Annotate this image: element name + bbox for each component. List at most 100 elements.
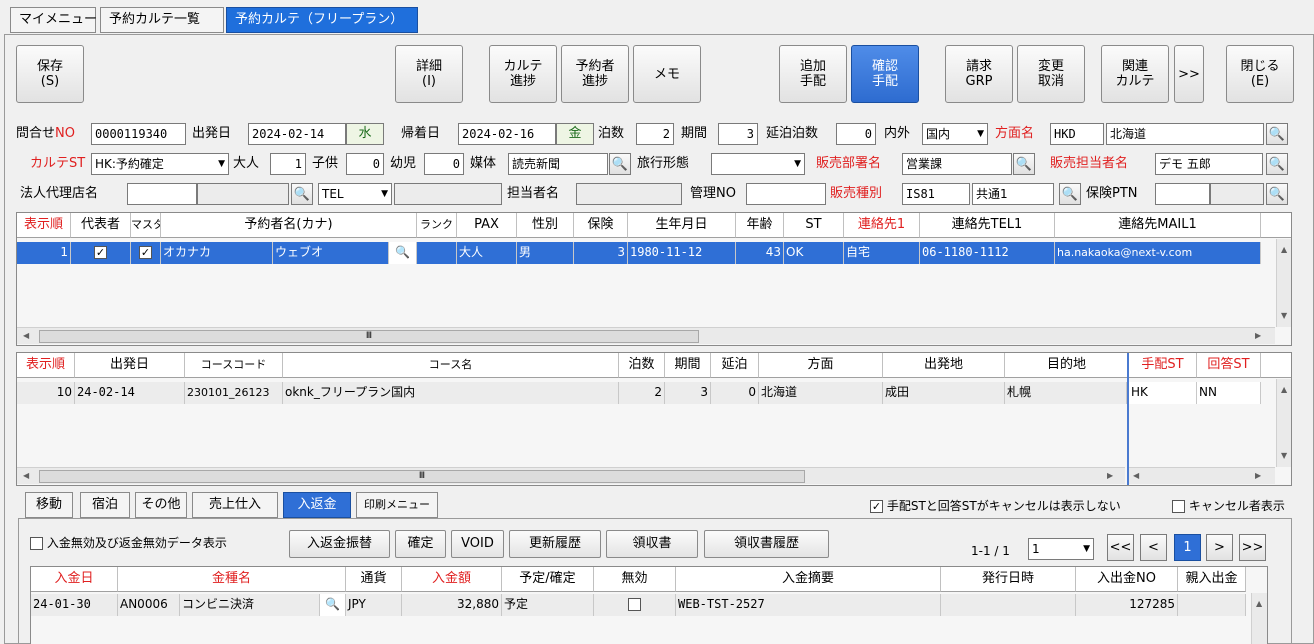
- row-age[interactable]: 43: [736, 242, 784, 264]
- row-origin[interactable]: 成田: [883, 382, 1005, 404]
- void-button[interactable]: VOID: [451, 530, 504, 558]
- col-st[interactable]: ST: [784, 213, 844, 238]
- col-course-name[interactable]: コース名: [283, 353, 619, 378]
- change-cancel-button[interactable]: 変更 取消: [1017, 45, 1085, 103]
- col-rep[interactable]: 代表者: [71, 213, 131, 238]
- row-plan[interactable]: 予定: [502, 594, 594, 616]
- row-st[interactable]: OK: [784, 242, 844, 264]
- row-destination[interactable]: 札幌: [1005, 382, 1127, 404]
- sales-dept-search-button[interactable]: 🔍: [1013, 153, 1035, 175]
- memo-button[interactable]: メモ: [633, 45, 701, 103]
- col-master[interactable]: マスタ: [131, 213, 161, 238]
- page-first-button[interactable]: <<: [1107, 534, 1134, 561]
- corp-agency-search-button[interactable]: 🔍: [291, 183, 313, 205]
- history-button[interactable]: 更新履歴: [509, 530, 601, 558]
- row-pax[interactable]: 大人: [457, 242, 517, 264]
- tab-payment[interactable]: 入返金: [283, 492, 351, 518]
- st-hscroll[interactable]: ◀ ▶: [1129, 467, 1275, 484]
- col-parent[interactable]: 親入出金: [1178, 567, 1246, 592]
- col-contact[interactable]: 連絡先1: [844, 213, 920, 238]
- col-extended[interactable]: 延泊: [711, 353, 759, 378]
- karte-progress-button[interactable]: カルテ 進捗: [489, 45, 557, 103]
- col-date[interactable]: 入金日: [31, 567, 118, 592]
- page-last-button[interactable]: >>: [1239, 534, 1266, 561]
- extended-field[interactable]: 0: [836, 123, 876, 145]
- col-tel[interactable]: 連絡先TEL1: [920, 213, 1055, 238]
- tab-sales-purchase[interactable]: 売上仕入: [192, 492, 278, 518]
- corp-agency-field[interactable]: [127, 183, 197, 205]
- rep-checkbox[interactable]: ✓: [71, 242, 131, 264]
- row-period[interactable]: 3: [665, 382, 711, 404]
- row-tel[interactable]: 06-1180-1112: [920, 242, 1055, 264]
- hide-cancel-checkbox[interactable]: ✓: [870, 500, 883, 513]
- col-currency[interactable]: 通貨: [346, 567, 402, 592]
- invoice-grp-button[interactable]: 請求 GRP: [945, 45, 1013, 103]
- col-order[interactable]: 表示順: [17, 353, 75, 378]
- row-contact[interactable]: 自宅: [844, 242, 920, 264]
- direction-search-button[interactable]: 🔍: [1266, 123, 1288, 145]
- show-cancel-person-option[interactable]: キャンセル者表示: [1172, 495, 1285, 517]
- row-nights[interactable]: 2: [619, 382, 665, 404]
- col-insurance[interactable]: 保険: [574, 213, 628, 238]
- scroll-thumb[interactable]: Ⅲ: [39, 330, 699, 343]
- sales-type-code-field[interactable]: IS81: [902, 183, 970, 205]
- tab-karte-list[interactable]: 予約カルテ一覧: [100, 7, 224, 33]
- col-gender[interactable]: 性別: [517, 213, 574, 238]
- direction-name-field[interactable]: 北海道: [1106, 123, 1264, 145]
- period-field[interactable]: 3: [718, 123, 758, 145]
- row-name-last[interactable]: オカナカ: [161, 242, 273, 264]
- tab-my-menu[interactable]: マイメニュー: [10, 7, 97, 33]
- adult-field[interactable]: 1: [270, 153, 306, 175]
- payment-vscroll[interactable]: ▲: [1251, 593, 1267, 644]
- page-prev-button[interactable]: <: [1140, 534, 1167, 561]
- tab-other[interactable]: その他: [135, 492, 187, 518]
- col-pax[interactable]: PAX: [457, 213, 517, 238]
- page-select[interactable]: 1 ▼: [1028, 538, 1094, 560]
- col-arrange-st[interactable]: 手配ST: [1129, 353, 1197, 378]
- row-course-code[interactable]: 230101_26123: [185, 382, 283, 404]
- close-button[interactable]: 閉じる (E): [1226, 45, 1294, 103]
- table-row[interactable]: 24-01-30 AN0006 コンビニ決済 🔍 JPY 32,880 予定 W…: [31, 594, 1246, 616]
- kind-search-button[interactable]: 🔍: [320, 594, 346, 616]
- tab-print-menu[interactable]: 印刷メニュー: [356, 492, 438, 518]
- confirm-button[interactable]: 確定: [395, 530, 446, 558]
- tel-select[interactable]: TEL ▼: [318, 183, 392, 205]
- sales-type-search-button[interactable]: 🔍: [1059, 183, 1081, 205]
- save-button[interactable]: 保存 (S): [16, 45, 84, 103]
- person-field[interactable]: [576, 183, 682, 205]
- page-next-button[interactable]: >: [1206, 534, 1233, 561]
- col-name[interactable]: 予約者名(カナ): [161, 213, 417, 238]
- inquiry-no-field[interactable]: 0000119340: [91, 123, 186, 145]
- row-direction[interactable]: 北海道: [759, 382, 883, 404]
- col-period[interactable]: 期間: [665, 353, 711, 378]
- row-course-name[interactable]: oknk_フリープラン国内: [283, 382, 619, 404]
- col-amount[interactable]: 入金額: [402, 567, 502, 592]
- media-field[interactable]: 読売新聞: [508, 153, 608, 175]
- col-nights[interactable]: 泊数: [619, 353, 665, 378]
- booker-progress-button[interactable]: 予約者 進捗: [561, 45, 629, 103]
- row-mail[interactable]: ha.nakaoka@next-v.com: [1055, 242, 1261, 264]
- nights-field[interactable]: 2: [636, 123, 674, 145]
- col-course-code[interactable]: コースコード: [185, 353, 283, 378]
- col-issued[interactable]: 発行日時: [941, 567, 1076, 592]
- row-issued[interactable]: [941, 594, 1076, 616]
- row-summary[interactable]: WEB-TST-2527: [676, 594, 941, 616]
- insurance-field[interactable]: [1155, 183, 1210, 205]
- insurance-search-button[interactable]: 🔍: [1266, 183, 1288, 205]
- col-answer-st[interactable]: 回答ST: [1197, 353, 1261, 378]
- show-invalid-option[interactable]: 入金無効及び返金無効データ表示: [30, 532, 227, 554]
- travel-form-select[interactable]: ▼: [711, 153, 805, 175]
- master-checkbox[interactable]: ✓: [131, 242, 161, 264]
- col-plan[interactable]: 予定/確定: [502, 567, 594, 592]
- row-birth[interactable]: 1980-11-12: [628, 242, 736, 264]
- more-button[interactable]: >>: [1174, 45, 1204, 103]
- col-no[interactable]: 入出金NO: [1076, 567, 1178, 592]
- row-date[interactable]: 24-01-30: [31, 594, 118, 616]
- row-name-first[interactable]: ウェブオ: [273, 242, 389, 264]
- karte-st-select[interactable]: HK:予約確定 ▼: [91, 153, 229, 175]
- tab-move[interactable]: 移動: [25, 492, 73, 518]
- receipt-history-button[interactable]: 領収書履歴: [704, 530, 829, 558]
- col-destination[interactable]: 目的地: [1005, 353, 1129, 378]
- sales-dept-field[interactable]: 営業課: [902, 153, 1012, 175]
- table-row[interactable]: 10 24-02-14 230101_26123 oknk_フリープラン国内 2…: [17, 382, 1127, 404]
